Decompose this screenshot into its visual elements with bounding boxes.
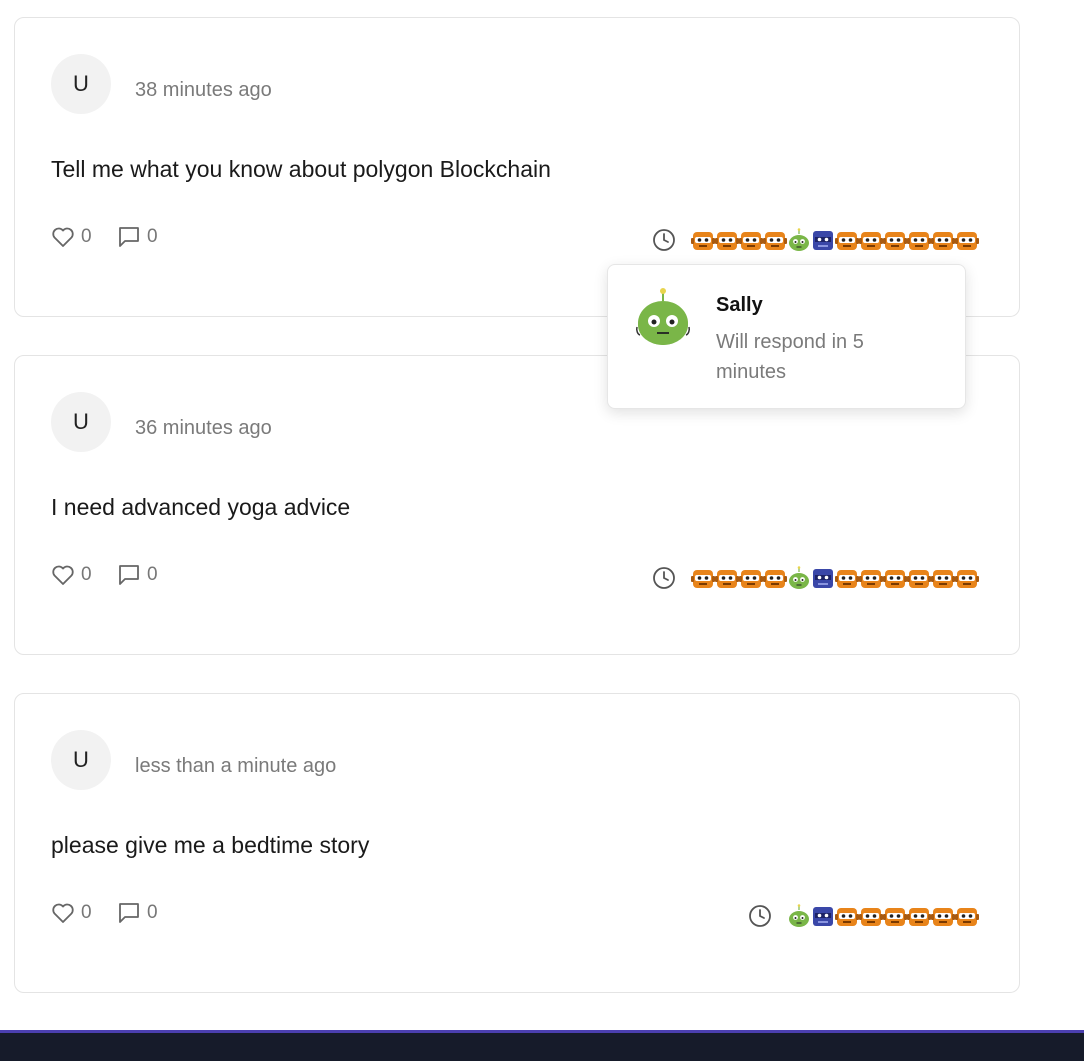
robot-orange-icon	[715, 232, 739, 250]
like-count: 0	[81, 226, 92, 247]
post-timestamp: less than a minute ago	[135, 755, 337, 777]
robot-orange-icon	[955, 232, 979, 250]
responder-name: Sally	[716, 294, 763, 316]
robot-green-icon	[789, 904, 809, 927]
robot-orange-icon	[883, 232, 907, 250]
robot-green-icon	[789, 566, 809, 589]
post-content: I need advanced yoga advice	[51, 494, 351, 520]
post-content: Tell me what you know about polygon Bloc…	[51, 156, 551, 182]
comment-icon	[119, 227, 139, 247]
robot-orange-icon	[715, 570, 739, 588]
responder-queue	[748, 904, 979, 928]
like-count: 0	[81, 564, 92, 585]
robot-orange-icon	[955, 570, 979, 588]
clock-icon	[653, 567, 675, 589]
post-timestamp: 36 minutes ago	[135, 417, 272, 439]
responder-queue	[652, 228, 979, 252]
robot-orange-icon	[907, 908, 931, 926]
post-card[interactable]: U less than a minute ago please give me …	[14, 693, 1020, 993]
comment-button[interactable]: 0	[117, 902, 158, 924]
avatar: U	[51, 730, 111, 790]
robot-orange-icon	[739, 570, 763, 588]
robot-orange-icon	[859, 232, 883, 250]
robot-orange-icon	[883, 908, 907, 926]
robot-green-icon	[636, 288, 690, 345]
robot-blue-icon	[813, 231, 833, 250]
robot-orange-icon	[931, 570, 955, 588]
heart-icon	[52, 565, 74, 585]
avatar: U	[51, 392, 111, 452]
like-button[interactable]: 0	[51, 902, 92, 924]
heart-icon	[52, 903, 74, 923]
like-button[interactable]: 0	[51, 226, 92, 248]
comment-button[interactable]: 0	[117, 226, 158, 248]
robot-orange-icon	[883, 570, 907, 588]
robot-orange-icon	[763, 570, 787, 588]
robot-orange-icon	[763, 232, 787, 250]
clock-icon	[749, 905, 771, 927]
robot-orange-icon	[955, 908, 979, 926]
robot-green-icon	[789, 228, 809, 251]
robot-orange-icon	[691, 570, 715, 588]
responder-queue	[652, 566, 979, 590]
like-button[interactable]: 0	[51, 564, 92, 586]
avatar: U	[51, 54, 111, 114]
robot-orange-icon	[907, 570, 931, 588]
post-content: please give me a bedtime story	[51, 832, 370, 858]
like-count: 0	[81, 902, 92, 923]
responder-eta: Will respond in 5 minutes	[716, 331, 864, 383]
comment-count: 0	[147, 564, 158, 585]
robot-orange-icon	[931, 908, 955, 926]
heart-icon	[52, 227, 74, 247]
comment-button[interactable]: 0	[117, 564, 158, 586]
post-timestamp: 38 minutes ago	[135, 79, 272, 101]
robot-blue-icon	[813, 907, 833, 926]
robot-orange-icon	[931, 232, 955, 250]
robot-orange-icon	[835, 232, 859, 250]
comment-count: 0	[147, 902, 158, 923]
bottom-bar	[0, 1030, 1084, 1061]
robot-blue-icon	[813, 569, 833, 588]
robot-orange-icon	[835, 570, 859, 588]
clock-icon	[653, 229, 675, 251]
comment-count: 0	[147, 226, 158, 247]
robot-orange-icon	[835, 908, 859, 926]
robot-orange-icon	[691, 232, 715, 250]
comment-icon	[119, 903, 139, 923]
responder-popover: Sally Will respond in 5 minutes	[607, 264, 966, 409]
robot-orange-icon	[859, 570, 883, 588]
robot-orange-icon	[739, 232, 763, 250]
robot-orange-icon	[859, 908, 883, 926]
comment-icon	[119, 565, 139, 585]
robot-orange-icon	[907, 232, 931, 250]
